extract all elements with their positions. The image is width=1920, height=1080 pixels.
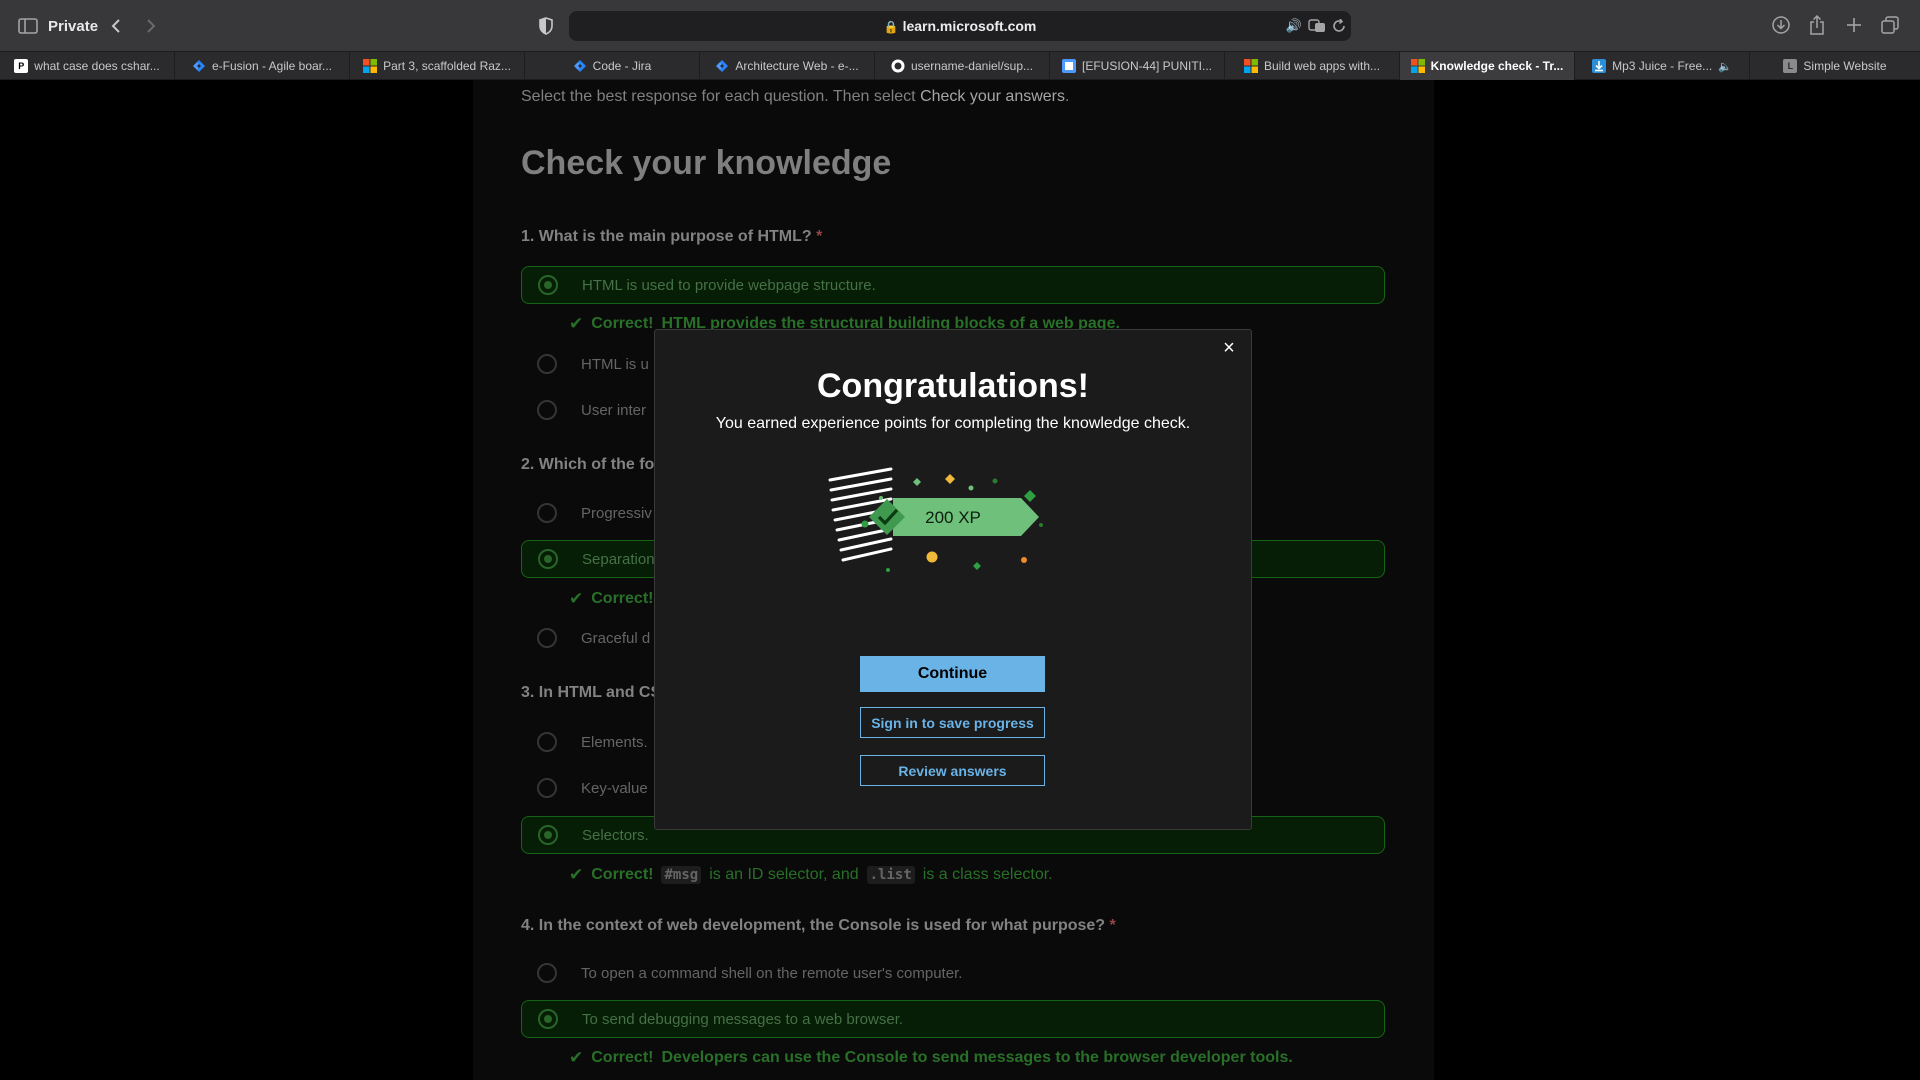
tab-label: what case does cshar... <box>34 59 160 73</box>
review-answers-button[interactable]: Review answers <box>860 755 1045 786</box>
microsoft-icon <box>1243 59 1258 73</box>
xp-label: 200 XP <box>925 508 981 527</box>
continue-button[interactable]: Continue <box>860 656 1045 692</box>
jira-icon <box>192 59 206 73</box>
microsoft-icon <box>1410 59 1425 73</box>
tab[interactable]: e-Fusion - Agile boar... <box>175 52 350 80</box>
forward-button[interactable] <box>141 13 161 39</box>
page-viewport: Select the best response for each questi… <box>0 80 1920 1080</box>
plus-icon <box>1847 18 1861 32</box>
dialog-title: Congratulations! <box>817 367 1089 405</box>
tab[interactable]: Code - Jira <box>525 52 700 80</box>
close-icon: × <box>1223 337 1235 359</box>
speaker-icon: 🔊 <box>1285 18 1303 33</box>
sign-in-button[interactable]: Sign in to save progress <box>860 707 1045 738</box>
tab-bar: P what case does cshar... e-Fusion - Agi… <box>0 51 1920 80</box>
tab[interactable]: Build web apps with... <box>1225 52 1400 80</box>
tab[interactable]: Mp3 Juice - Free... 🔈 <box>1575 52 1750 80</box>
tab-label: [EFUSION-44] PUNITI... <box>1081 59 1213 73</box>
tab[interactable]: username-daniel/sup... <box>875 52 1050 80</box>
tab-label: Mp3 Juice - Free... <box>1612 59 1713 73</box>
tab-label: Part 3, scaffolded Raz... <box>383 59 511 73</box>
tab[interactable]: [EFUSION-44] PUNITI... <box>1050 52 1225 80</box>
jira-icon <box>715 59 729 73</box>
tab-label: username-daniel/sup... <box>910 59 1034 73</box>
translate-icon <box>1308 19 1325 32</box>
github-icon <box>891 59 905 73</box>
privacy-report-button[interactable] <box>536 15 556 37</box>
back-button[interactable] <box>106 13 126 39</box>
tab-label: Simple Website <box>1803 59 1887 73</box>
share-icon <box>1810 15 1824 35</box>
perplexity-icon: P <box>14 59 29 73</box>
dialog-subtitle: You earned experience points for complet… <box>715 415 1191 432</box>
reload-icon <box>1333 19 1345 32</box>
jira-icon <box>1061 59 1076 73</box>
lock-icon: 🔒 <box>883 20 899 34</box>
tab-label: Code - Jira <box>592 59 652 73</box>
address-bar[interactable]: 🔒 learn.microsoft.com 🔊 <box>569 11 1351 41</box>
browser-toolbar: Private 🔒 learn.microsoft.com 🔊 <box>0 0 1920 51</box>
chevron-left-icon <box>111 19 120 33</box>
xp-badge-illustration: 200 XP <box>828 467 1043 572</box>
download-circle-icon <box>1772 16 1790 34</box>
congratulations-dialog: × Congratulations! You earned experience… <box>654 329 1252 830</box>
close-button[interactable]: × <box>1219 338 1239 358</box>
translate-button[interactable] <box>1306 16 1328 36</box>
download-icon <box>1592 59 1607 73</box>
tab-label: e-Fusion - Agile boar... <box>211 59 333 73</box>
new-tab-button[interactable] <box>1843 14 1865 36</box>
private-label: Private <box>48 17 99 35</box>
share-button[interactable] <box>1806 13 1828 37</box>
tab-label: Architecture Web - e-... <box>735 59 859 73</box>
sidebar-toggle-button[interactable]: Private <box>18 13 98 39</box>
microsoft-icon <box>363 59 378 73</box>
tab-overview-button[interactable] <box>1879 14 1901 36</box>
tab[interactable]: Part 3, scaffolded Raz... <box>350 52 525 80</box>
sidebar-icon <box>18 18 38 34</box>
tab-label: Knowledge check - Tr... <box>1430 59 1564 73</box>
letter-l-icon: L <box>1783 59 1798 73</box>
tab-active[interactable]: Knowledge check - Tr... <box>1400 52 1575 80</box>
tab[interactable]: P what case does cshar... <box>0 52 175 80</box>
tab[interactable]: Architecture Web - e-... <box>700 52 875 80</box>
audio-button[interactable]: 🔊 <box>1285 16 1303 36</box>
reload-button[interactable] <box>1330 16 1348 36</box>
url-text: learn.microsoft.com <box>902 18 1037 34</box>
shield-icon <box>539 17 553 35</box>
tab-label: Build web apps with... <box>1263 59 1381 73</box>
downloads-button[interactable] <box>1770 14 1792 36</box>
tabs-overview-icon <box>1881 16 1899 34</box>
jira-icon <box>573 59 587 73</box>
tab[interactable]: L Simple Website <box>1750 52 1920 80</box>
speaker-icon[interactable]: 🔈 <box>1718 60 1732 73</box>
chevron-right-icon <box>147 19 156 33</box>
